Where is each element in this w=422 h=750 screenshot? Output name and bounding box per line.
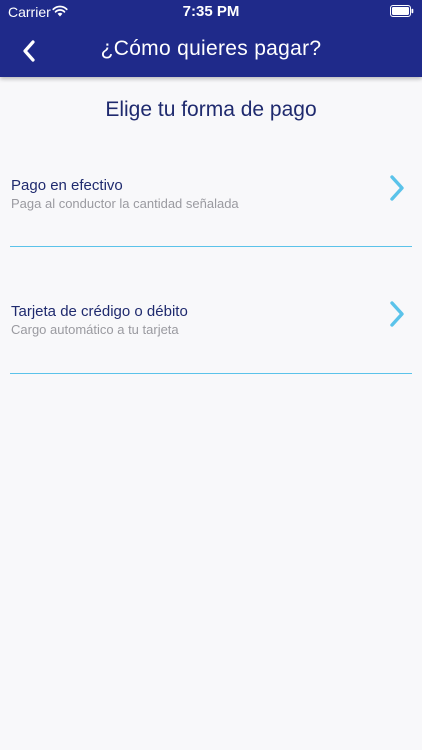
chevron-right-icon[interactable] bbox=[388, 300, 406, 328]
section-heading: Elige tu forma de pago bbox=[105, 98, 317, 121]
option-title: Tarjeta de crédigo o débito bbox=[11, 303, 188, 320]
battery-icon bbox=[390, 5, 414, 17]
divider bbox=[10, 373, 412, 374]
option-cash-payment[interactable]: Pago en efectivo Paga al conductor la ca… bbox=[10, 174, 412, 241]
option-subtitle: Paga al conductor la cantidad señalada bbox=[11, 196, 239, 211]
option-subtitle: Cargo automático a tu tarjeta bbox=[11, 322, 179, 337]
top-bar: Carrier 7:35 PM ¿Cómo quieres pagar? bbox=[0, 0, 422, 77]
divider bbox=[10, 246, 412, 247]
option-card-payment[interactable]: Tarjeta de crédigo o débito Cargo automá… bbox=[10, 300, 412, 367]
option-title: Pago en efectivo bbox=[11, 177, 123, 194]
main-content: Elige tu forma de pago Pago en efectivo … bbox=[0, 77, 422, 750]
chevron-right-icon[interactable] bbox=[388, 174, 406, 202]
navigation-bar: ¿Cómo quieres pagar? bbox=[0, 24, 422, 77]
payment-method-screen: Carrier 7:35 PM ¿Cómo quieres pagar? Eli… bbox=[0, 0, 422, 750]
page-title: ¿Cómo quieres pagar? bbox=[100, 37, 322, 60]
status-bar: Carrier 7:35 PM bbox=[0, 0, 422, 24]
status-time: 7:35 PM bbox=[182, 3, 240, 20]
